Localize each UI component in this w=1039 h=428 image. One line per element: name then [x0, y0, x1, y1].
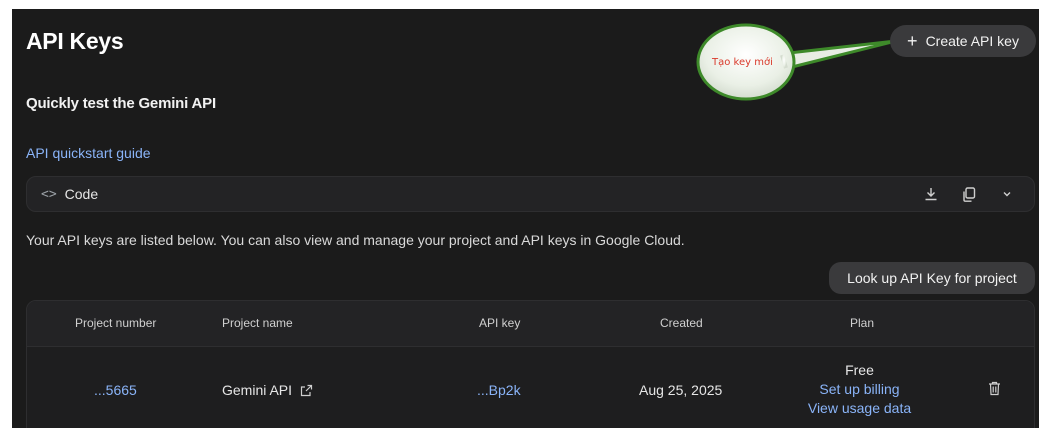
- header-created: Created: [660, 316, 703, 330]
- chevron-down-icon: [1003, 192, 1011, 197]
- view-usage-data-link[interactable]: View usage data: [797, 399, 922, 418]
- delete-button[interactable]: [988, 381, 1001, 399]
- api-key-link[interactable]: ...Bp2k: [477, 382, 521, 398]
- code-brackets-icon: <>: [41, 186, 57, 202]
- download-button[interactable]: [912, 179, 950, 209]
- create-api-key-button[interactable]: + Create API key: [890, 25, 1036, 57]
- header-plan: Plan: [850, 316, 875, 330]
- copy-icon: [963, 186, 976, 202]
- code-panel: <> Code: [26, 176, 1035, 212]
- expand-button[interactable]: [988, 179, 1026, 209]
- code-label: Code: [64, 186, 99, 202]
- api-keys-description: Your API keys are listed below. You can …: [26, 232, 685, 248]
- code-toggle[interactable]: <> Code: [27, 186, 98, 202]
- look-up-api-key-button[interactable]: Look up API Key for project: [829, 262, 1035, 294]
- trash-icon: [989, 381, 1000, 396]
- section-title: Quickly test the Gemini API: [26, 95, 216, 112]
- api-keys-table: Project number Project name API key Crea…: [26, 300, 1035, 428]
- annotation-text: Tạo key mới: [712, 57, 773, 68]
- header-project-number: Project number: [75, 316, 157, 330]
- api-keys-page: API Keys Tạo key mới + Create API key Qu…: [12, 9, 1039, 428]
- create-api-key-label: Create API key: [925, 33, 1019, 49]
- project-number-link[interactable]: ...5665: [94, 382, 137, 398]
- set-up-billing-link[interactable]: Set up billing: [797, 380, 922, 399]
- header-project-name: Project name: [222, 316, 293, 330]
- plus-icon: +: [907, 31, 918, 51]
- header-api-key: API key: [479, 316, 521, 330]
- project-name: Gemini API: [222, 382, 293, 398]
- open-external-icon: [300, 384, 313, 396]
- copy-button[interactable]: [950, 179, 988, 209]
- download-icon: [925, 188, 937, 201]
- page-title: API Keys: [26, 28, 124, 54]
- created-date: Aug 25, 2025: [639, 382, 723, 398]
- table-header: Project number Project name API key Crea…: [27, 301, 1034, 347]
- project-name-cell[interactable]: Gemini API: [222, 382, 313, 398]
- plan-tier: Free: [845, 362, 874, 378]
- table-row: ...5665 Gemini API ...Bp2k Aug 25, 2025 …: [27, 347, 1034, 428]
- plan-cell: Free Set up billing View usage data: [797, 361, 922, 418]
- api-quickstart-guide-link[interactable]: API quickstart guide: [26, 145, 151, 161]
